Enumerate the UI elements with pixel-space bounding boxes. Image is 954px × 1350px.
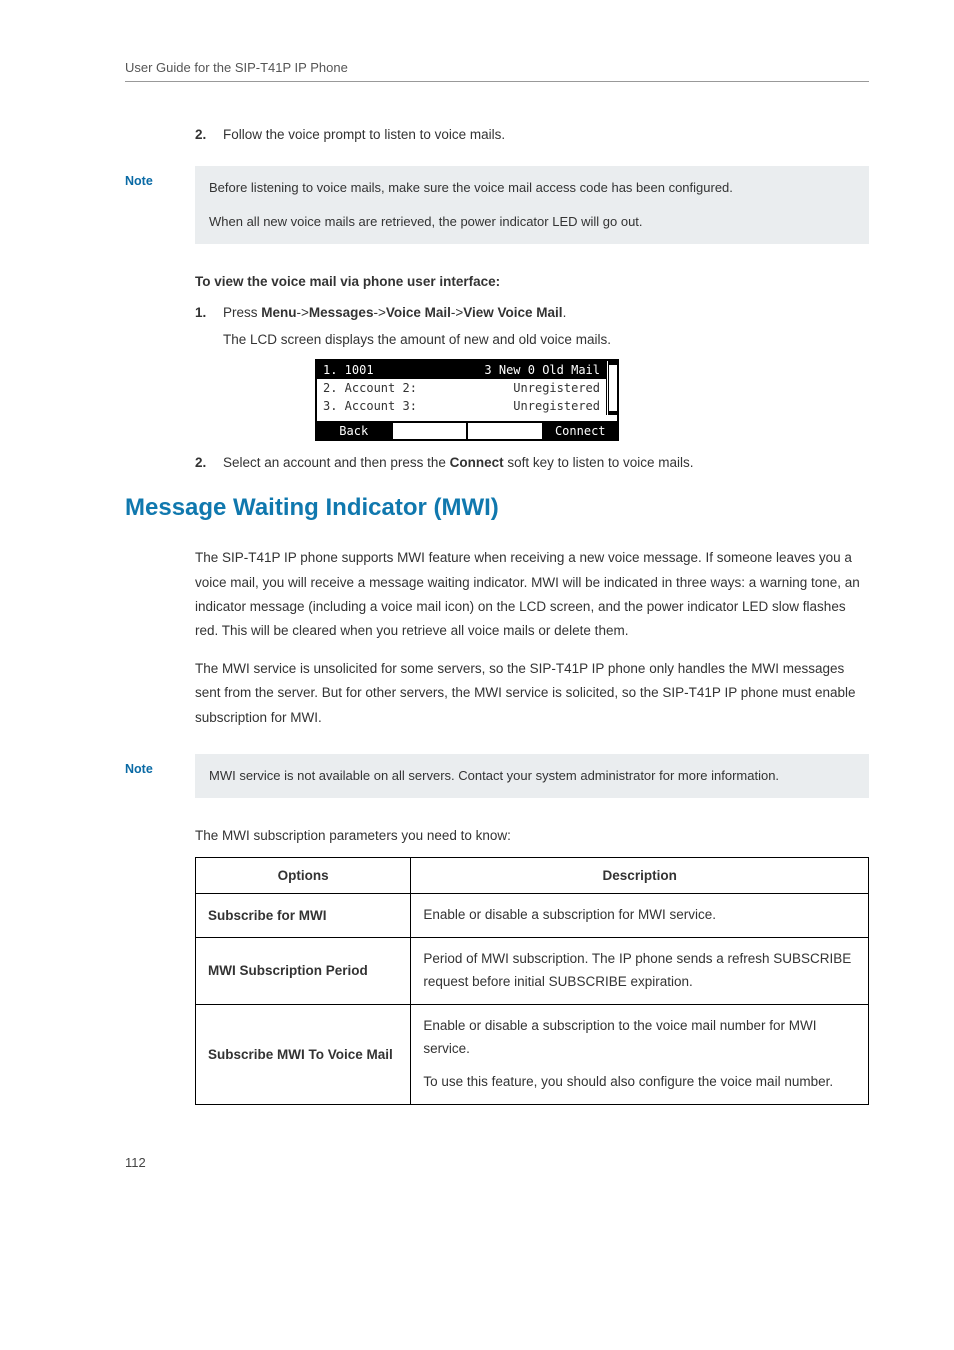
option-desc: Enable or disable a subscription for MWI… (411, 894, 869, 938)
page-number: 112 (125, 1155, 869, 1170)
note-line: Before listening to voice mails, make su… (209, 176, 855, 200)
text: -> (297, 305, 309, 320)
lcd-softkey-empty (468, 421, 544, 439)
desc-line: Enable or disable a subscription for MWI… (423, 904, 856, 927)
note-label: Note (125, 174, 153, 188)
lcd-cell: Unregistered (513, 399, 600, 413)
note-label: Note (125, 762, 153, 776)
step-number: 1. (195, 305, 223, 320)
body-paragraph: The MWI service is unsolicited for some … (195, 657, 869, 730)
desc-line: Enable or disable a subscription to the … (423, 1015, 856, 1061)
lcd-row: 2. Account 2: Unregistered (317, 379, 606, 397)
text: . (563, 305, 567, 320)
step-line: 2. Select an account and then press the … (195, 455, 869, 470)
procedure-heading: To view the voice mail via phone user in… (195, 274, 869, 289)
table-intro: The MWI subscription parameters you need… (195, 828, 869, 843)
menu-path: Voice Mail (386, 305, 451, 320)
step-number: 2. (195, 455, 223, 470)
lcd-screen: 1. 1001 3 New 0 Old Mail 2. Account 2: U… (315, 359, 619, 441)
note-line: When all new voice mails are retrieved, … (209, 210, 855, 234)
text: -> (373, 305, 385, 320)
lcd-softkey-row: Back Connect (317, 415, 617, 439)
table-row: Subscribe for MWI Enable or disable a su… (196, 894, 869, 938)
step-text: Follow the voice prompt to listen to voi… (223, 127, 869, 142)
menu-path: Menu (261, 305, 296, 320)
lcd-cell: Unregistered (513, 381, 600, 395)
page-header: User Guide for the SIP-T41P IP Phone (125, 60, 869, 82)
step-line: 2. Follow the voice prompt to listen to … (195, 127, 869, 142)
lcd-row: 3. Account 3: Unregistered (317, 397, 606, 415)
note-block: Note Before listening to voice mails, ma… (125, 166, 869, 244)
table-header: Options (196, 858, 411, 894)
text: -> (451, 305, 463, 320)
desc-line: To use this feature, you should also con… (423, 1071, 856, 1094)
option-desc: Period of MWI subscription. The IP phone… (411, 937, 869, 1004)
lcd-cell: 3. Account 3: (323, 399, 417, 413)
table-row: Subscribe MWI To Voice Mail Enable or di… (196, 1004, 869, 1104)
menu-path: View Voice Mail (463, 305, 562, 320)
lcd-scrollbar (606, 361, 617, 415)
lcd-cell: 2. Account 2: (323, 381, 417, 395)
section-title: Message Waiting Indicator (MWI) (125, 494, 869, 522)
lcd-softkey-connect: Connect (544, 421, 618, 439)
text: Select an account and then press the (223, 455, 450, 470)
note-box: Before listening to voice mails, make su… (195, 166, 869, 244)
lcd-softkey-empty (393, 421, 469, 439)
note-block: Note MWI service is not available on all… (125, 754, 869, 798)
step-number: 2. (195, 127, 223, 142)
step-line: 1. Press Menu->Messages->Voice Mail->Vie… (195, 305, 869, 320)
lcd-row-selected: 1. 1001 3 New 0 Old Mail (317, 361, 606, 379)
step-text: Select an account and then press the Con… (223, 455, 869, 470)
note-line: MWI service is not available on all serv… (209, 764, 855, 788)
mwi-params-table: Options Description Subscribe for MWI En… (195, 857, 869, 1105)
softkey-name: Connect (450, 455, 504, 470)
note-box: MWI service is not available on all serv… (195, 754, 869, 798)
option-name: Subscribe MWI To Voice Mail (196, 1004, 411, 1104)
step-text: Press Menu->Messages->Voice Mail->View V… (223, 305, 869, 320)
lcd-cell: 1. 1001 (323, 363, 374, 377)
option-name: MWI Subscription Period (196, 937, 411, 1004)
option-desc: Enable or disable a subscription to the … (411, 1004, 869, 1104)
desc-line: Period of MWI subscription. The IP phone… (423, 948, 856, 994)
table-header-row: Options Description (196, 858, 869, 894)
lcd-softkey-back: Back (317, 421, 393, 439)
table-row: MWI Subscription Period Period of MWI su… (196, 937, 869, 1004)
step-subtext: The LCD screen displays the amount of ne… (223, 332, 869, 347)
lcd-cell: 3 New 0 Old Mail (484, 363, 600, 377)
text: soft key to listen to voice mails. (504, 455, 694, 470)
option-name: Subscribe for MWI (196, 894, 411, 938)
text: Press (223, 305, 261, 320)
table-header: Description (411, 858, 869, 894)
menu-path: Messages (309, 305, 374, 320)
body-paragraph: The SIP-T41P IP phone supports MWI featu… (195, 546, 869, 643)
